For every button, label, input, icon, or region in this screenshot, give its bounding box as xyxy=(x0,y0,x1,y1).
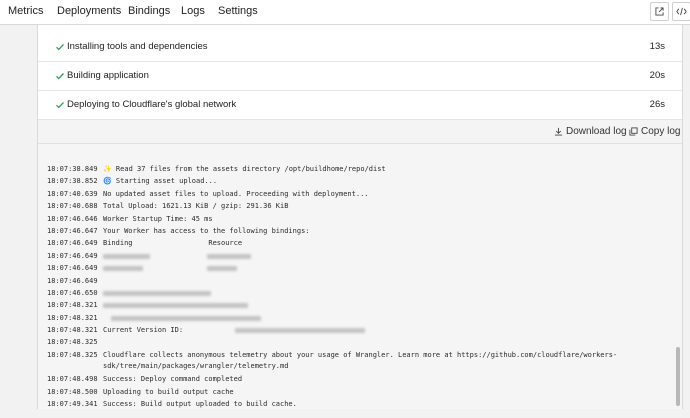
redacted-text xyxy=(235,328,365,333)
log-timestamp: 18:07:49.341 xyxy=(47,400,98,408)
log-timestamp: 18:07:46.650 xyxy=(47,289,98,297)
check-icon xyxy=(56,44,64,51)
copy-log-label: Copy log xyxy=(641,126,681,137)
log-timestamp: 18:07:46.649 xyxy=(47,264,98,272)
top-navigation: Metrics Deployments Bindings Logs Settin… xyxy=(0,0,690,25)
check-icon xyxy=(56,102,64,109)
log-message: Success: Deploy command completed xyxy=(103,375,243,383)
log-message: No updated asset files to upload. Procee… xyxy=(103,190,369,198)
step-duration: 20s xyxy=(649,70,665,81)
external-link-icon xyxy=(655,3,664,21)
log-timestamp: 18:07:40.639 xyxy=(47,190,98,198)
log-timestamp: 18:07:46.649 xyxy=(47,239,98,247)
log-message: Total Upload: 1621.13 KiB / gzip: 291.36… xyxy=(103,202,289,210)
log-timestamp: 18:07:48.321 xyxy=(47,314,98,322)
log-timestamp: 18:07:46.646 xyxy=(47,215,98,223)
log-message: ✨ Read 37 files from the assets director… xyxy=(103,165,386,173)
deployment-build-panel: Installing tools and dependencies 13s Bu… xyxy=(37,25,683,409)
log-timestamp: 18:07:48.498 xyxy=(47,375,98,383)
build-log-output[interactable]: 18:07:38.849 ✨ Read 37 files from the ass… xyxy=(38,144,682,409)
log-timestamp: 18:07:38.849 xyxy=(47,165,98,173)
panel-bottom-gap xyxy=(37,409,683,418)
log-timestamp: 18:07:48.325 xyxy=(47,338,98,346)
redacted-text xyxy=(103,266,143,271)
log-timestamp: 18:07:48.321 xyxy=(47,301,98,309)
log-timestamp: 18:07:48.321 xyxy=(47,326,98,334)
log-message: Uploading to build output cache xyxy=(103,388,234,396)
log-message: Cloudflare collects anonymous telemetry … xyxy=(103,351,618,359)
copy-icon xyxy=(629,127,638,136)
redacted-text xyxy=(103,254,150,259)
step-label: Installing tools and dependencies xyxy=(67,41,208,52)
log-message: sdk/tree/main/packages/wrangler/telemetr… xyxy=(103,362,289,370)
tab-logs[interactable]: Logs xyxy=(181,5,205,17)
log-message: 🌀 Starting asset upload... xyxy=(103,177,218,185)
tab-deployments[interactable]: Deployments xyxy=(57,5,121,17)
step-duration: 26s xyxy=(649,99,665,110)
step-label: Building application xyxy=(67,70,149,81)
tab-settings[interactable]: Settings xyxy=(218,5,258,17)
log-message: Worker Startup Time: 45 ms xyxy=(103,215,213,223)
log-timestamp: 18:07:46.649 xyxy=(47,277,98,285)
redacted-text xyxy=(207,266,237,271)
step-label: Deploying to Cloudflare's global network xyxy=(67,99,237,110)
redacted-text xyxy=(207,254,251,259)
log-timestamp: 18:07:46.649 xyxy=(47,252,98,260)
log-timestamp: 18:07:40.688 xyxy=(47,202,98,210)
step-duration: 13s xyxy=(649,41,665,52)
log-message: Current Version ID: xyxy=(103,326,188,334)
copy-log-button[interactable]: Copy log xyxy=(629,126,680,137)
check-icon xyxy=(56,73,64,80)
build-step-row[interactable]: Installing tools and dependencies 13s xyxy=(38,33,682,62)
build-step-row[interactable]: Building application 20s xyxy=(38,62,682,91)
redacted-text xyxy=(103,303,248,308)
redacted-text xyxy=(103,291,211,296)
code-toggle-icon xyxy=(676,3,687,21)
log-timestamp: 18:07:46.647 xyxy=(47,227,98,235)
log-message: Your Worker has access to the following … xyxy=(103,227,310,235)
download-icon xyxy=(554,127,563,136)
log-timestamp: 18:07:38.852 xyxy=(47,177,98,185)
download-log-label: Download log xyxy=(566,126,627,137)
log-message: Binding Resource xyxy=(103,239,243,247)
download-log-button[interactable]: Download log xyxy=(554,126,627,137)
external-link-button[interactable] xyxy=(650,2,669,21)
code-toggle-button[interactable] xyxy=(672,2,690,21)
tab-metrics[interactable]: Metrics xyxy=(8,5,43,17)
log-timestamp: 18:07:48.325 xyxy=(47,351,98,359)
redacted-text xyxy=(111,316,261,321)
log-message: Success: Build output uploaded to build … xyxy=(103,400,297,408)
log-toolbar: Download log Copy log xyxy=(38,120,682,144)
tab-bindings[interactable]: Bindings xyxy=(128,5,170,17)
log-timestamp: 18:07:48.500 xyxy=(47,388,98,396)
build-step-row[interactable]: Deploying to Cloudflare's global network… xyxy=(38,91,682,120)
log-scrollbar[interactable] xyxy=(676,347,680,406)
